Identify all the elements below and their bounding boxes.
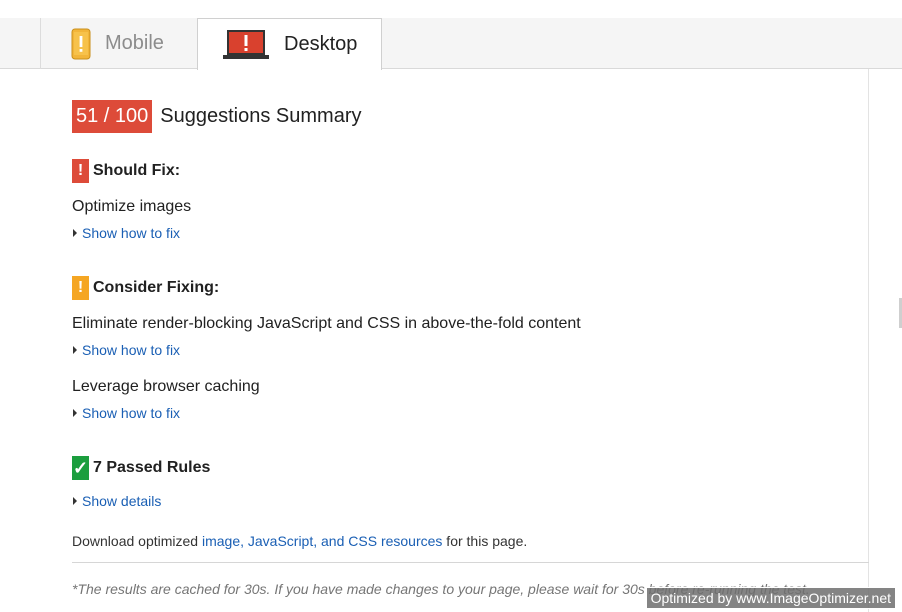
laptop-warning-icon xyxy=(223,29,269,59)
phone-warning-icon xyxy=(71,28,91,59)
download-prefix: Download optimized xyxy=(72,533,202,549)
rule-browser-caching: Leverage browser caching xyxy=(72,378,260,395)
show-how-to-fix-label: Show how to fix xyxy=(82,225,181,241)
consider-fixing-title: Consider Fixing: xyxy=(93,279,220,296)
caret-right-icon xyxy=(73,229,77,237)
consider-fixing-heading: ! Consider Fixing: xyxy=(72,276,219,300)
tab-desktop[interactable]: Desktop xyxy=(197,18,382,70)
show-how-to-fix-label: Show how to fix xyxy=(82,405,181,421)
suggestions-summary: 51 / 100 Suggestions Summary xyxy=(72,100,362,133)
device-tab-bar: Mobile Desktop xyxy=(0,18,902,70)
show-how-to-fix-link[interactable]: Show how to fix xyxy=(72,405,180,421)
show-how-to-fix-label: Show how to fix xyxy=(82,342,181,358)
score-badge: 51 / 100 xyxy=(72,100,153,133)
exclamation-icon: ! xyxy=(72,159,89,183)
rule-render-blocking: Eliminate render-blocking JavaScript and… xyxy=(72,315,581,332)
show-how-to-fix-link[interactable]: Show how to fix xyxy=(72,225,180,241)
checkmark-icon: ✓ xyxy=(72,456,89,480)
download-optimized-line: Download optimized image, JavaScript, an… xyxy=(72,533,527,549)
caret-right-icon xyxy=(73,409,77,417)
divider xyxy=(72,562,869,563)
rule-optimize-images: Optimize images xyxy=(72,198,192,215)
passed-rules-heading: ✓ 7 Passed Rules xyxy=(72,456,210,480)
should-fix-title: Should Fix: xyxy=(93,162,181,179)
should-fix-heading: ! Should Fix: xyxy=(72,159,180,183)
tab-mobile-label: Mobile xyxy=(105,32,164,54)
download-resources-link[interactable]: image, JavaScript, and CSS resources xyxy=(202,533,442,549)
show-details-label: Show details xyxy=(82,493,162,509)
summary-title: Suggestions Summary xyxy=(160,105,362,127)
caret-right-icon xyxy=(73,497,77,505)
show-details-link[interactable]: Show details xyxy=(72,493,161,509)
show-how-to-fix-link[interactable]: Show how to fix xyxy=(72,342,180,358)
exclamation-icon: ! xyxy=(72,276,89,300)
passed-rules-title: 7 Passed Rules xyxy=(93,459,211,476)
results-panel: 51 / 100 Suggestions Summary ! Should Fi… xyxy=(0,69,869,612)
caret-right-icon xyxy=(73,346,77,354)
watermark: Optimized by www.ImageOptimizer.net xyxy=(645,587,896,609)
tab-mobile[interactable]: Mobile xyxy=(40,18,197,69)
download-suffix: for this page. xyxy=(442,533,528,549)
tab-desktop-label: Desktop xyxy=(284,33,358,55)
